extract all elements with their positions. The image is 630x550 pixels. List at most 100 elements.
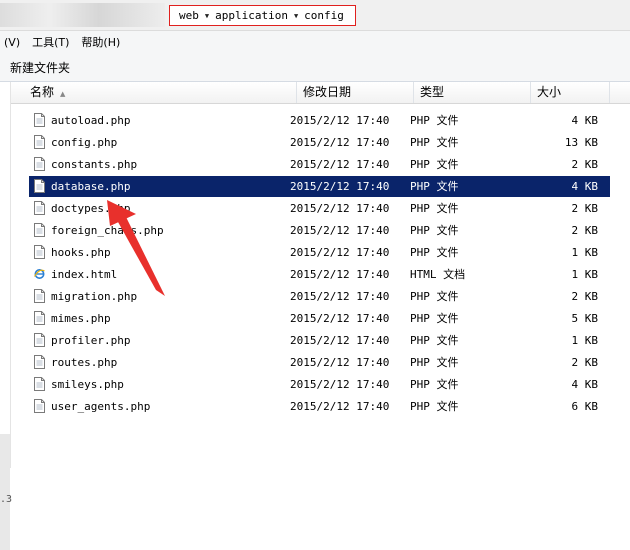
file-type: PHP 文件 (410, 202, 459, 215)
file-row[interactable]: routes.php 2015/2/12 17:40 PHP 文件 2 KB (29, 352, 610, 373)
crumb-config[interactable]: config (301, 9, 347, 22)
file-row[interactable]: database.php 2015/2/12 17:40 PHP 文件 4 KB (29, 176, 610, 197)
column-header-type[interactable]: 类型 (414, 82, 531, 103)
file-row[interactable]: profiler.php 2015/2/12 17:40 PHP 文件 1 KB (29, 330, 610, 351)
file-name: config.php (51, 136, 118, 149)
file-date: 2015/2/12 17:40 (290, 400, 390, 413)
file-size: 2 KB (571, 224, 599, 237)
file-type: PHP 文件 (410, 246, 459, 259)
new-folder-button[interactable]: 新建文件夹 (0, 59, 80, 76)
file-row[interactable]: constants.php 2015/2/12 17:40 PHP 文件 2 KB (29, 154, 610, 175)
file-size: 2 KB (571, 158, 599, 171)
file-name: mimes.php (51, 312, 111, 325)
file-row[interactable]: config.php 2015/2/12 17:40 PHP 文件 13 KB (29, 132, 610, 153)
php-file-icon (34, 113, 45, 127)
column-header-size[interactable]: 大小 (531, 82, 610, 103)
file-size: 2 KB (571, 356, 599, 369)
menu-tools[interactable]: 工具(T) (28, 34, 77, 50)
chevron-down-icon[interactable]: ▼ (202, 12, 212, 20)
php-file-icon (34, 399, 45, 413)
file-date: 2015/2/12 17:40 (290, 224, 390, 237)
php-file-icon (34, 157, 45, 171)
file-date: 2015/2/12 17:40 (290, 202, 390, 215)
breadcrumb[interactable]: web ▼ application ▼ config (169, 5, 356, 26)
blurred-path-region (0, 3, 165, 27)
column-header-name[interactable]: 名称 ▲ (24, 82, 297, 103)
file-name: autoload.php (51, 114, 131, 127)
file-type: PHP 文件 (410, 290, 459, 303)
menu-help[interactable]: 帮助(H) (77, 34, 128, 50)
php-file-icon (34, 223, 45, 237)
sort-ascending-icon: ▲ (60, 90, 66, 98)
file-size: 4 KB (571, 114, 599, 127)
file-name: user_agents.php (51, 400, 151, 413)
file-row[interactable]: hooks.php 2015/2/12 17:40 PHP 文件 1 KB (29, 242, 610, 263)
file-list: 名称 ▲ 修改日期 类型 大小 autoload.php 2015/2/12 17:… (11, 82, 630, 468)
file-size: 1 KB (571, 268, 599, 281)
file-row[interactable]: autoload.php 2015/2/12 17:40 PHP 文件 4 KB (29, 110, 610, 131)
file-name: routes.php (51, 356, 118, 369)
file-type: PHP 文件 (410, 158, 459, 171)
chevron-down-icon[interactable]: ▼ (291, 12, 301, 20)
file-name: constants.php (51, 158, 138, 171)
file-name: migration.php (51, 290, 138, 303)
file-size: 2 KB (571, 202, 599, 215)
file-date: 2015/2/12 17:40 (290, 378, 390, 391)
file-row[interactable]: user_agents.php 2015/2/12 17:40 PHP 文件 6 KB (29, 396, 610, 417)
file-row[interactable]: mimes.php 2015/2/12 17:40 PHP 文件 5 KB (29, 308, 610, 329)
file-name: database.php (51, 180, 131, 193)
file-name: hooks.php (51, 246, 111, 259)
php-file-icon (34, 289, 45, 303)
file-type: PHP 文件 (410, 378, 459, 391)
file-row[interactable]: doctypes.php 2015/2/12 17:40 PHP 文件 2 KB (29, 198, 610, 219)
file-date: 2015/2/12 17:40 (290, 290, 390, 303)
file-row[interactable]: index.html 2015/2/12 17:40 HTML 文档 1 KB (29, 264, 610, 285)
file-size: 4 KB (571, 180, 599, 193)
file-name: index.html (51, 268, 118, 281)
column-header-date[interactable]: 修改日期 (297, 82, 414, 103)
crumb-web[interactable]: web (176, 9, 202, 22)
php-file-icon (34, 179, 45, 193)
php-file-icon (34, 245, 45, 259)
php-file-icon (34, 135, 45, 149)
php-file-icon (34, 355, 45, 369)
file-name: profiler.php (51, 334, 131, 347)
file-type: PHP 文件 (410, 312, 459, 325)
php-file-icon (34, 201, 45, 215)
file-type: PHP 文件 (410, 224, 459, 237)
nav-pane-strip (0, 434, 10, 550)
file-type: PHP 文件 (410, 180, 459, 193)
file-size: 1 KB (571, 334, 599, 347)
file-row[interactable]: foreign_chars.php 2015/2/12 17:40 PHP 文件 2 … (29, 220, 610, 241)
address-bar: web ▼ application ▼ config (0, 0, 630, 31)
file-name: doctypes.php (51, 202, 131, 215)
file-type: PHP 文件 (410, 400, 459, 413)
php-file-icon (34, 333, 45, 347)
file-date: 2015/2/12 17:40 (290, 136, 390, 149)
file-date: 2015/2/12 17:40 (290, 268, 390, 281)
php-file-icon (34, 377, 45, 391)
file-size: 1 KB (571, 246, 599, 259)
file-row[interactable]: migration.php 2015/2/12 17:40 PHP 文件 2 KB (29, 286, 610, 307)
file-date: 2015/2/12 17:40 (290, 356, 390, 369)
file-type: PHP 文件 (410, 136, 459, 149)
navigation-pane[interactable]: .3 (0, 82, 12, 550)
file-name: smileys.php (51, 378, 124, 391)
crumb-application[interactable]: application (212, 9, 291, 22)
file-date: 2015/2/12 17:40 (290, 114, 390, 127)
menu-view[interactable]: (V) (0, 36, 28, 49)
php-file-icon (34, 311, 45, 325)
column-header-row: 名称 ▲ 修改日期 类型 大小 (11, 82, 630, 104)
file-date: 2015/2/12 17:40 (290, 334, 390, 347)
file-name: foreign_chars.php (51, 224, 164, 237)
command-bar: 新建文件夹 (0, 53, 630, 82)
file-size: 4 KB (571, 378, 599, 391)
ie-html-icon (34, 269, 45, 279)
file-type: PHP 文件 (410, 114, 459, 127)
menu-bar: (V) 工具(T) 帮助(H) (0, 31, 630, 53)
file-size: 6 KB (571, 400, 599, 413)
file-row[interactable]: smileys.php 2015/2/12 17:40 PHP 文件 4 KB (29, 374, 610, 395)
file-date: 2015/2/12 17:40 (290, 246, 390, 259)
file-type: PHP 文件 (410, 334, 459, 347)
column-header-name-label: 名称 (30, 85, 55, 99)
